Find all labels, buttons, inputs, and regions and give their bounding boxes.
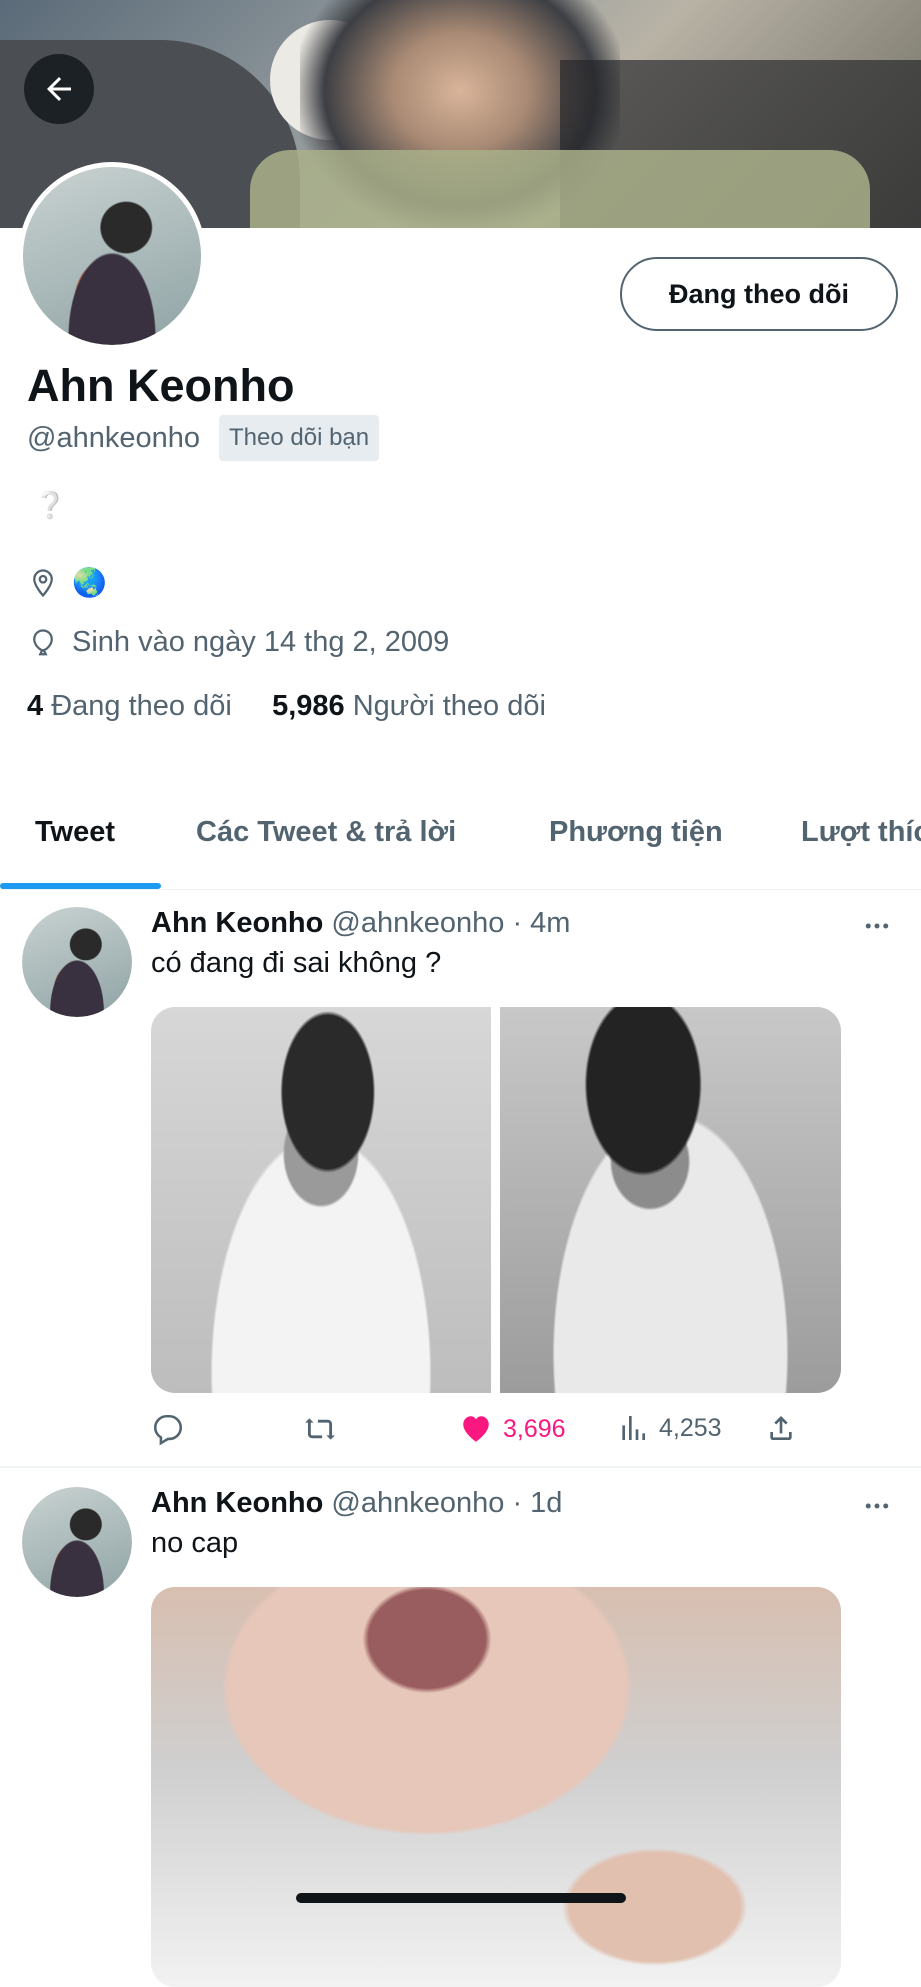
location-pin-icon	[33, 568, 53, 597]
tweet-media[interactable]	[151, 1007, 841, 1393]
tweet-actions: 3,696 4,253	[151, 1412, 792, 1452]
location-row: 🌏	[28, 566, 107, 599]
profile-tabs: Tweet Các Tweet & trả lời Phương tiện Lư…	[0, 780, 921, 890]
birthday-text: Sinh vào ngày 14 thg 2, 2009	[72, 626, 450, 658]
tab-tweets[interactable]: Tweet	[35, 816, 115, 849]
profile-handle: @ahnkeonho	[27, 422, 200, 454]
tweet-photo-1[interactable]	[151, 1007, 491, 1393]
followers-link[interactable]: 5,986 Người theo dõi	[272, 690, 546, 722]
tweet-media[interactable]	[151, 1587, 841, 1987]
tab-media[interactable]: Phương tiện	[549, 816, 723, 849]
birthday-row: Sinh vào ngày 14 thg 2, 2009	[28, 626, 449, 659]
back-button[interactable]	[24, 54, 94, 124]
tweet[interactable]: Ahn Keonho @ahnkeonho · 4m có đang đi sa…	[0, 907, 921, 1457]
followers-count: 5,986	[272, 690, 345, 722]
location-text: 🌏	[72, 567, 107, 598]
reply-icon	[153, 1414, 183, 1446]
following-count: 4	[27, 690, 44, 722]
tweet-meta: @ahnkeonho · 1d	[331, 1487, 563, 1519]
following-label: Đang theo dõi	[51, 690, 232, 722]
tweet-author-name[interactable]: Ahn Keonho	[151, 907, 323, 939]
tweet-photo-2[interactable]	[500, 1007, 841, 1393]
following-link[interactable]: 4 Đang theo dõi	[27, 690, 232, 722]
tweet-header: Ahn Keonho @ahnkeonho · 4m	[151, 907, 570, 940]
tweet-divider	[0, 1466, 921, 1468]
tweet-author-name[interactable]: Ahn Keonho	[151, 1487, 323, 1519]
like-button[interactable]: 3,696	[459, 1412, 566, 1446]
analytics-icon	[622, 1416, 645, 1440]
tabs-divider	[0, 889, 921, 890]
tweet-meta: @ahnkeonho · 4m	[331, 907, 571, 939]
more-horizontal-icon	[865, 923, 889, 929]
share-icon	[770, 1416, 792, 1440]
tweet-photo-1[interactable]	[151, 1587, 841, 1987]
views-button[interactable]: 4,253	[617, 1412, 722, 1444]
reply-button[interactable]	[151, 1412, 185, 1446]
tab-tweets-replies[interactable]: Các Tweet & trả lời	[196, 816, 456, 849]
follow-stats: 4 Đang theo dõi 5,986 Người theo dõi	[27, 690, 546, 723]
more-horizontal-icon	[865, 1503, 889, 1509]
following-button[interactable]: Đang theo dõi	[620, 257, 898, 331]
retweet-icon	[305, 1418, 335, 1440]
retweet-button[interactable]	[301, 1412, 339, 1446]
tweet-more-button[interactable]	[862, 1491, 892, 1521]
tweet-text: no cap	[151, 1527, 239, 1559]
profile-name: Ahn Keonho	[27, 360, 295, 411]
heart-icon	[463, 1416, 489, 1442]
home-indicator[interactable]	[296, 1893, 626, 1903]
share-button[interactable]	[765, 1412, 797, 1444]
tab-likes[interactable]: Lượt thích	[801, 816, 921, 849]
profile-bio: ❔	[34, 490, 67, 520]
tweet-avatar[interactable]	[22, 1487, 132, 1597]
profile-avatar[interactable]	[18, 162, 206, 350]
tweet-text: có đang đi sai không ?	[151, 947, 442, 979]
like-count: 3,696	[503, 1414, 566, 1443]
follows-you-badge: Theo dõi bạn	[219, 415, 380, 461]
balloon-icon	[33, 628, 53, 655]
tweet-avatar[interactable]	[22, 907, 132, 1017]
view-count: 4,253	[659, 1413, 722, 1442]
tweet-more-button[interactable]	[862, 911, 892, 941]
tweet-header: Ahn Keonho @ahnkeonho · 1d	[151, 1487, 562, 1520]
arrow-left-icon	[47, 77, 71, 101]
followers-label: Người theo dõi	[352, 690, 546, 722]
tweet[interactable]: Ahn Keonho @ahnkeonho · 1d no cap	[0, 1487, 921, 1987]
